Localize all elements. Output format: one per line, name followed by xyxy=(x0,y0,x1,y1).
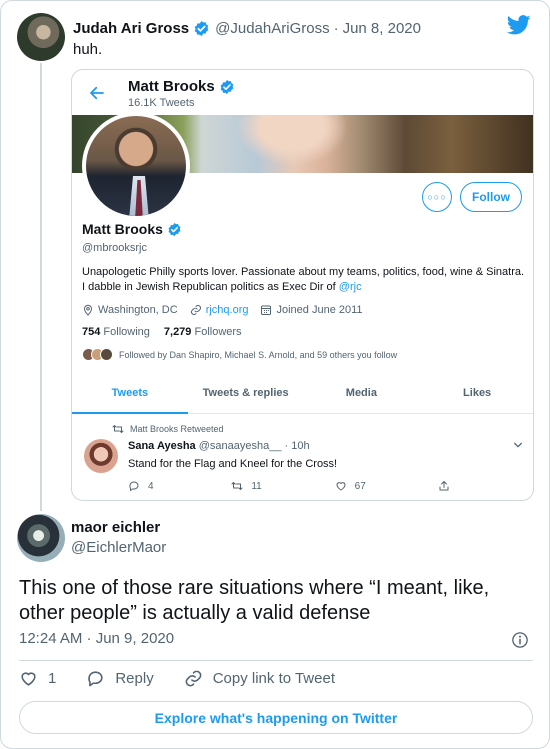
bio-link: @rjc xyxy=(338,281,362,293)
share-icon xyxy=(439,481,449,491)
tab-tweets-replies: Tweets & replies xyxy=(202,386,289,399)
author-handle[interactable]: @JudahAriGross xyxy=(215,20,329,37)
twitter-bird-icon[interactable] xyxy=(507,15,531,35)
explore-button[interactable]: Explore what's happening on Twitter xyxy=(19,701,533,734)
follow-button: Follow xyxy=(460,182,522,212)
tab-media: Media xyxy=(345,386,377,399)
parent-tweet-header: Judah Ari Gross @JudahAriGross · Jun 8, … xyxy=(73,17,421,39)
like-count: 67 xyxy=(354,480,366,492)
following-label: Following xyxy=(103,326,150,338)
retweeted-author-meta: @sanaayesha__ · 10h xyxy=(198,440,310,452)
followers-label: Followers xyxy=(194,326,242,338)
reply-button[interactable]: Reply xyxy=(86,669,154,688)
quote-tweet-text: This one of those rare situations where … xyxy=(19,577,490,624)
bio-text: Unapologetic Philly sports lover. Passio… xyxy=(82,266,525,293)
heart-icon xyxy=(21,672,36,686)
author-name[interactable]: Judah Ari Gross xyxy=(73,20,189,37)
profile-display-name: Matt Brooks xyxy=(82,221,182,237)
retweet-icon xyxy=(231,482,243,490)
banner-detail xyxy=(227,115,357,173)
quote-actions: 1 Reply Copy link to Tweet xyxy=(19,669,365,688)
followed-by: Followed by Dan Shapiro, Michael S. Arno… xyxy=(82,348,397,361)
website-link: rjchq.org xyxy=(205,304,249,316)
retweeted-actions: 4 11 67 xyxy=(128,480,458,492)
tweet-count: 16.1K Tweets xyxy=(128,97,195,109)
joined-date: Joined June 2011 xyxy=(276,304,363,316)
reply-label: Reply xyxy=(115,670,154,687)
follower-avatars xyxy=(82,348,113,361)
tab-tweets: Tweets xyxy=(72,372,188,414)
calendar-icon xyxy=(261,305,272,315)
info-icon[interactable] xyxy=(511,631,529,649)
retweeted-author-name: Sana Ayesha xyxy=(128,440,196,452)
attached-image[interactable]: Matt Brooks 16.1K Tweets ○○○ Follow Matt… xyxy=(71,69,534,501)
reply-icon xyxy=(88,671,103,687)
tweet-text: huh. xyxy=(73,41,103,58)
like-count: 1 xyxy=(48,670,57,687)
chevron-down-icon xyxy=(514,442,522,448)
retweet-icon xyxy=(112,425,124,433)
location-text: Washington, DC xyxy=(98,304,178,316)
profile-name-text: Matt Brooks xyxy=(82,221,163,237)
profile-tabs: Tweets Tweets & replies Media Likes xyxy=(72,372,533,414)
followed-by-text: Followed by Dan Shapiro, Michael S. Arno… xyxy=(119,349,398,360)
link-icon xyxy=(185,670,202,687)
quote-author-handle[interactable]: @EichlerMaor xyxy=(71,539,166,556)
tab-likes: Likes xyxy=(463,386,492,399)
copy-link-button[interactable]: Copy link to Tweet xyxy=(184,669,335,688)
location-icon xyxy=(83,304,93,316)
more-options-button: ○○○ xyxy=(422,182,452,212)
following-count: 754 xyxy=(82,326,101,338)
copy-link-label: Copy link to Tweet xyxy=(212,670,335,687)
profile-avatar xyxy=(82,112,190,220)
verified-badge-icon xyxy=(220,79,234,94)
avatar[interactable] xyxy=(17,13,65,61)
back-arrow-icon xyxy=(90,86,104,100)
retweeted-author-avatar xyxy=(84,439,118,473)
link-icon xyxy=(190,305,201,315)
verified-badge-icon xyxy=(168,222,181,236)
followers-count: 7,279 xyxy=(163,326,192,338)
profile-meta: Washington, DC rjchq.org Joined June 201… xyxy=(82,304,375,316)
quote-timestamp[interactable]: 12:24 AM · Jun 9, 2020 xyxy=(19,630,174,647)
quote-author-avatar[interactable] xyxy=(17,514,65,562)
reply-count: 4 xyxy=(148,480,154,492)
tweet-date[interactable]: Jun 8, 2020 xyxy=(343,20,421,37)
retweeted-header: Sana Ayesha @sanaayesha__ · 10h xyxy=(128,440,310,452)
retweet-context: Matt Brooks Retweeted xyxy=(112,424,224,434)
profile-name: Matt Brooks xyxy=(128,78,215,95)
retweeted-text: Stand for the Flag and Kneel for the Cro… xyxy=(128,458,338,470)
profile-handle: @mbrooksrjc xyxy=(82,242,147,254)
divider xyxy=(19,660,533,661)
separator-dot: · xyxy=(333,19,339,37)
reply-icon xyxy=(129,481,139,491)
like-button[interactable]: 1 xyxy=(19,669,56,688)
tweet-card: Judah Ari Gross @JudahAriGross · Jun 8, … xyxy=(0,0,550,749)
thread-line xyxy=(40,63,42,511)
quote-author-name[interactable]: maor eichler xyxy=(71,519,160,536)
retweet-count: 11 xyxy=(251,480,262,492)
verified-badge-icon xyxy=(194,20,209,36)
follow-stats: 754 Following 7,279 Followers xyxy=(82,326,242,338)
heart-icon xyxy=(336,482,346,491)
profile-title: Matt Brooks xyxy=(128,78,235,95)
profile-bio: Unapologetic Philly sports lover. Passio… xyxy=(82,265,527,295)
retweet-context-text: Matt Brooks Retweeted xyxy=(130,424,224,434)
